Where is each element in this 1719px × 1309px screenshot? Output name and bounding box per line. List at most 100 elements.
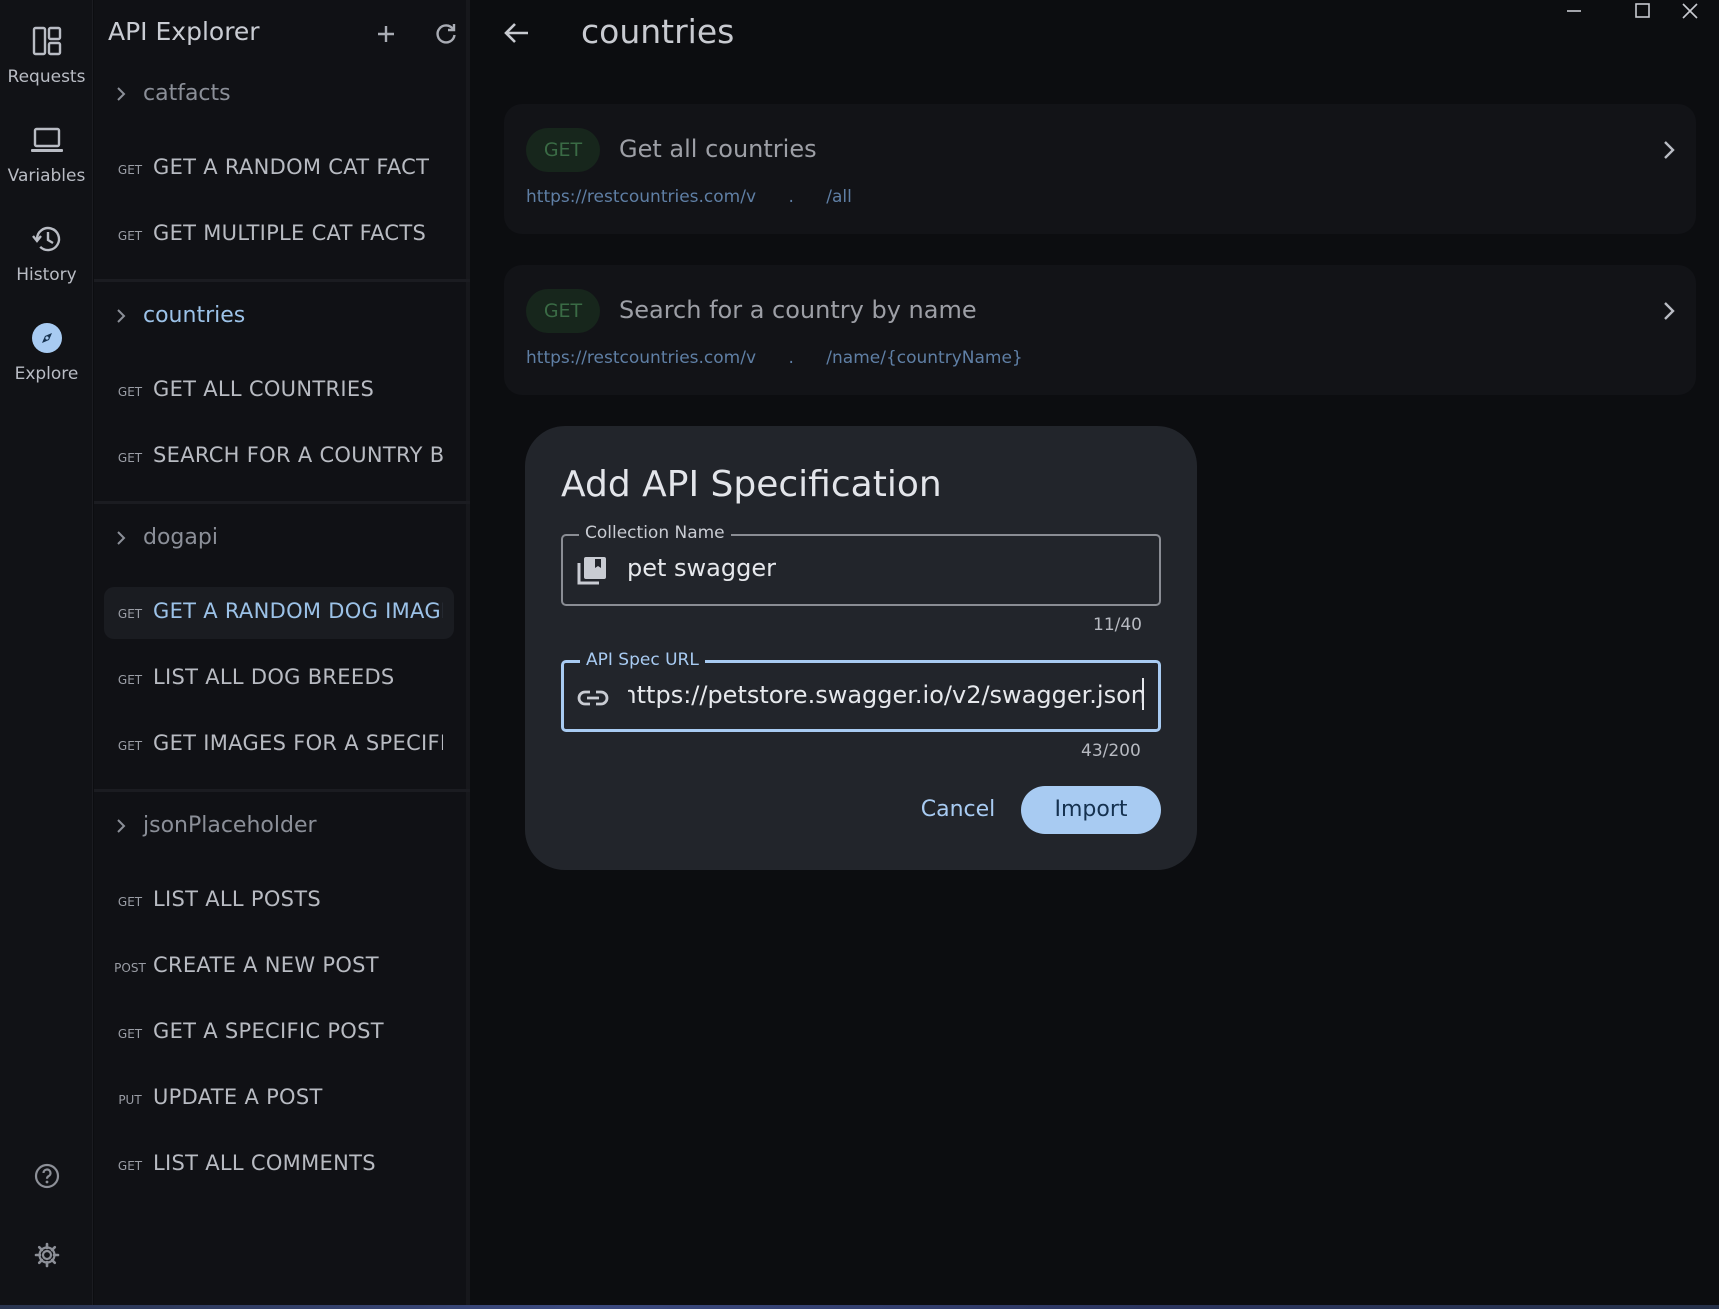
url-path: /all [826, 187, 852, 207]
request-item[interactable]: GET GET A SPECIFIC POST [104, 1007, 454, 1059]
method-label: PUT [118, 1093, 142, 1107]
library-books-icon [577, 557, 606, 585]
method-label: GET [117, 385, 143, 399]
request-item[interactable]: GET LIST ALL COMMENTS [104, 1139, 454, 1191]
minimize-button[interactable] [1543, 0, 1603, 24]
request-item[interactable]: POST CREATE A NEW POST [104, 941, 454, 993]
dialog-title: Add API Specification [561, 464, 942, 505]
rail-label: History [16, 265, 77, 285]
method-label: GET [117, 739, 143, 753]
request-name: GET ALL COUNTRIES [153, 377, 375, 401]
request-name: SEARCH FOR A COUNTRY BY NAME [153, 443, 443, 467]
sidebar-title: API Explorer [108, 17, 260, 46]
request-item[interactable]: GET GET ALL COUNTRIES [104, 365, 454, 417]
sidebar-header: API Explorer [108, 16, 458, 50]
navigation-rail: Requests Variables History Explore [0, 0, 93, 1309]
add-api-spec-dialog: Add API Specification Collection Name 11… [525, 426, 1197, 870]
request-item[interactable]: GET LIST ALL DOG BREEDS [104, 653, 454, 705]
request-card-search-country[interactable]: GET Search for a country by name https:/… [504, 265, 1696, 395]
rail-item-explore[interactable]: Explore [0, 321, 93, 384]
group-countries[interactable]: countries [94, 295, 470, 339]
request-name: LIST ALL DOG BREEDS [153, 665, 395, 689]
method-label: GET [117, 163, 143, 177]
close-button[interactable] [1659, 0, 1719, 24]
group-divider [94, 789, 470, 792]
plus-icon [378, 26, 394, 42]
request-item[interactable]: GET GET A RANDOM CAT FACT [104, 143, 454, 195]
api-spec-url-counter: 43/200 [1081, 741, 1141, 761]
request-title: Search for a country by name [619, 296, 977, 324]
method-label: GET [117, 673, 143, 687]
collection-name-field[interactable]: Collection Name [561, 523, 1161, 606]
back-button[interactable] [500, 16, 534, 50]
method-label: GET [117, 1027, 143, 1041]
chevron-right-icon [117, 531, 126, 545]
dashboard-icon [30, 24, 64, 58]
request-name: CREATE A NEW POST [153, 953, 379, 977]
request-url: https://restcountries.com/v . /name/{cou… [526, 348, 1023, 368]
chevron-right-icon [117, 309, 126, 323]
request-name: GET A RANDOM DOG IMAGE [153, 599, 443, 623]
method-label: GET [117, 229, 143, 243]
request-title: Get all countries [619, 135, 817, 163]
base-url: https://restcountries.com/v [526, 348, 757, 368]
method-badge: GET [526, 289, 600, 333]
collection-name-input[interactable] [627, 554, 1145, 582]
rail-item-variables[interactable]: Variables [0, 123, 93, 186]
refresh-icon [436, 24, 456, 44]
request-item[interactable]: GET GET IMAGES FOR A SPECIFIC BREED [104, 719, 454, 771]
base-url: https://restcountries.com/v [526, 187, 757, 207]
request-item[interactable]: GET GET MULTIPLE CAT FACTS [104, 209, 454, 261]
group-name: jsonPlaceholder [143, 813, 317, 838]
minimize-icon [1567, 10, 1581, 12]
method-label: GET [117, 1159, 143, 1173]
laptop-icon [30, 123, 64, 157]
refresh-button[interactable] [432, 20, 460, 48]
help-button[interactable] [0, 1163, 93, 1189]
method-label: POST [114, 961, 146, 975]
group-name: catfacts [143, 81, 231, 106]
url-path: /name/{countryName} [826, 348, 1023, 368]
request-item[interactable]: PUT UPDATE A POST [104, 1073, 454, 1125]
taskbar-edge [0, 1305, 1719, 1309]
request-name: GET A RANDOM CAT FACT [153, 155, 430, 179]
request-name: LIST ALL POSTS [153, 887, 322, 911]
close-icon [1682, 3, 1698, 19]
method-label: GET [117, 451, 143, 465]
chevron-right-icon [1664, 141, 1675, 159]
arrow-left-icon [504, 23, 528, 43]
api-spec-url-input[interactable] [628, 681, 1146, 709]
request-card-get-all-countries[interactable]: GET Get all countries https://restcountr… [504, 104, 1696, 234]
request-item[interactable]: GET SEARCH FOR A COUNTRY BY NAME [104, 431, 454, 483]
group-divider [94, 501, 470, 504]
rail-label: Explore [14, 364, 79, 384]
method-label: GET [117, 607, 143, 621]
cancel-button[interactable]: Cancel [918, 787, 998, 833]
api-spec-url-label: API Spec URL [580, 650, 705, 670]
import-button[interactable]: Import [1021, 786, 1161, 834]
request-name: GET MULTIPLE CAT FACTS [153, 221, 427, 245]
api-spec-url-field[interactable]: API Spec URL [561, 650, 1161, 732]
request-item[interactable]: GET LIST ALL POSTS [104, 875, 454, 927]
chevron-right-icon [117, 819, 126, 833]
rail-item-requests[interactable]: Requests [0, 24, 93, 87]
text-caret [1142, 678, 1144, 710]
request-item-selected[interactable]: GET GET A RANDOM DOG IMAGE [104, 587, 454, 639]
request-url: https://restcountries.com/v . /all [526, 187, 852, 207]
collection-name-label: Collection Name [579, 523, 731, 543]
compass-icon [30, 321, 64, 355]
group-name: dogapi [143, 525, 218, 550]
rail-item-history[interactable]: History [0, 222, 93, 285]
link-icon [577, 690, 609, 706]
method-label: GET [117, 895, 143, 909]
request-name: UPDATE A POST [153, 1085, 323, 1109]
settings-button[interactable] [0, 1242, 93, 1268]
group-dogapi[interactable]: dogapi [94, 517, 470, 561]
gear-icon [34, 1242, 59, 1268]
add-collection-button[interactable] [372, 20, 400, 48]
group-catfacts[interactable]: catfacts [94, 73, 470, 117]
help-icon [34, 1163, 59, 1189]
group-jsonplaceholder[interactable]: jsonPlaceholder [94, 805, 470, 849]
page-title: countries [581, 12, 735, 51]
group-divider [94, 279, 470, 282]
